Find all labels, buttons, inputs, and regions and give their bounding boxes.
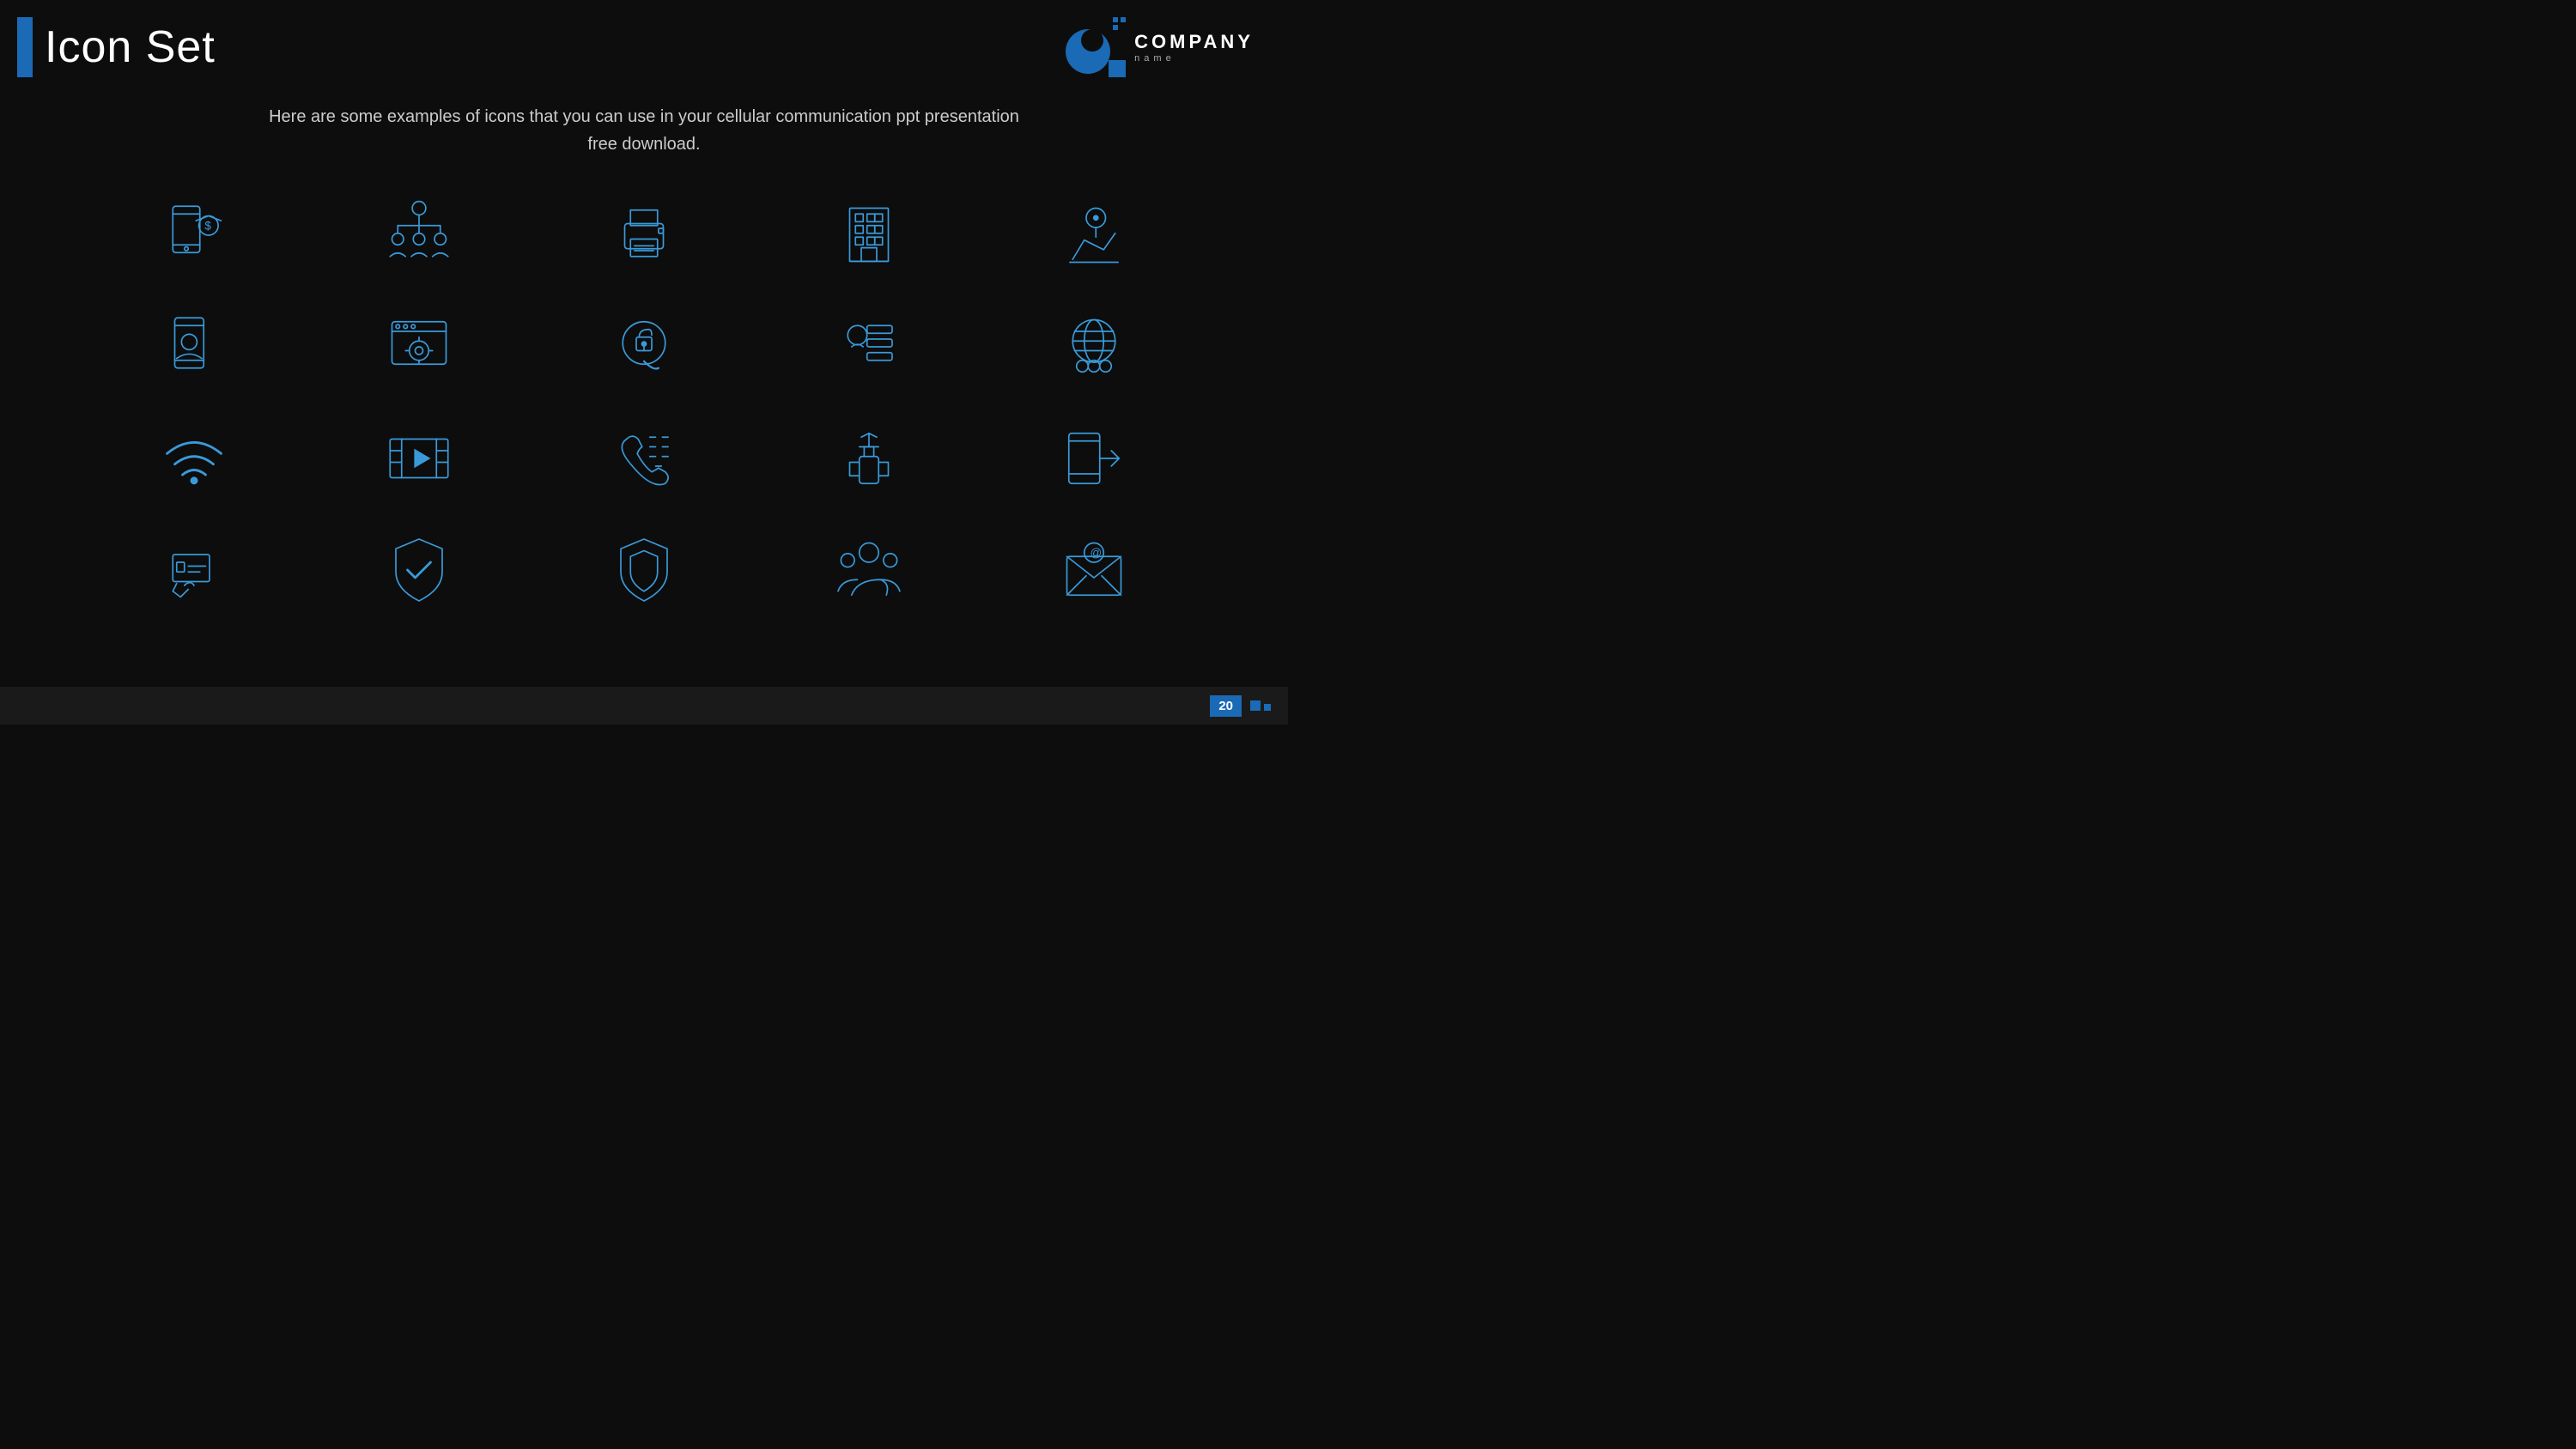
page-title: Icon Set: [45, 21, 216, 73]
email-icon: @: [986, 518, 1202, 621]
shield-check-icon: [311, 518, 527, 621]
company-logo: COMPANY name: [1066, 17, 1254, 77]
title-block: Icon Set: [17, 17, 216, 77]
map-location-icon: [986, 184, 1202, 287]
footer-dots: [1250, 700, 1271, 711]
secure-payment-icon: [86, 518, 302, 621]
footer: 20: [0, 687, 1288, 724]
page-number: 20: [1210, 695, 1242, 717]
company-subname: name: [1134, 53, 1254, 64]
logo-dots: [1113, 17, 1126, 30]
mobile-exit-icon: [986, 407, 1202, 510]
logo-graphic: [1066, 17, 1126, 77]
browser-settings-icon: [311, 295, 527, 398]
subtitle-text: Here are some examples of icons that you…: [258, 103, 1030, 158]
video-film-icon: [311, 407, 527, 510]
svg-text:@: @: [1091, 546, 1103, 559]
svg-text:$: $: [204, 219, 211, 232]
icons-grid: $: [0, 184, 1288, 621]
global-network-icon: [986, 295, 1202, 398]
company-name: COMPANY: [1134, 31, 1254, 53]
footer-dot-2: [1264, 704, 1271, 711]
logo-text: COMPANY name: [1134, 31, 1254, 64]
security-lock-icon: [536, 295, 752, 398]
logo-cutout: [1081, 29, 1103, 52]
blue-bar-accent: [17, 17, 33, 77]
power-tool-icon: [761, 407, 977, 510]
wifi-icon: [86, 407, 302, 510]
mobile-payment-icon: $: [86, 184, 302, 287]
shield-icon: [536, 518, 752, 621]
logo-small-square: [1109, 60, 1126, 77]
team-hierarchy-icon: [311, 184, 527, 287]
footer-dot-1: [1250, 700, 1261, 711]
building-icon: [761, 184, 977, 287]
header: Icon Set COMPANY name: [0, 0, 1288, 86]
printer-icon: [536, 184, 752, 287]
team-group-icon: [761, 518, 977, 621]
mobile-contact-icon: [86, 295, 302, 398]
phone-keypad-icon: [536, 407, 752, 510]
business-data-icon: [761, 295, 977, 398]
